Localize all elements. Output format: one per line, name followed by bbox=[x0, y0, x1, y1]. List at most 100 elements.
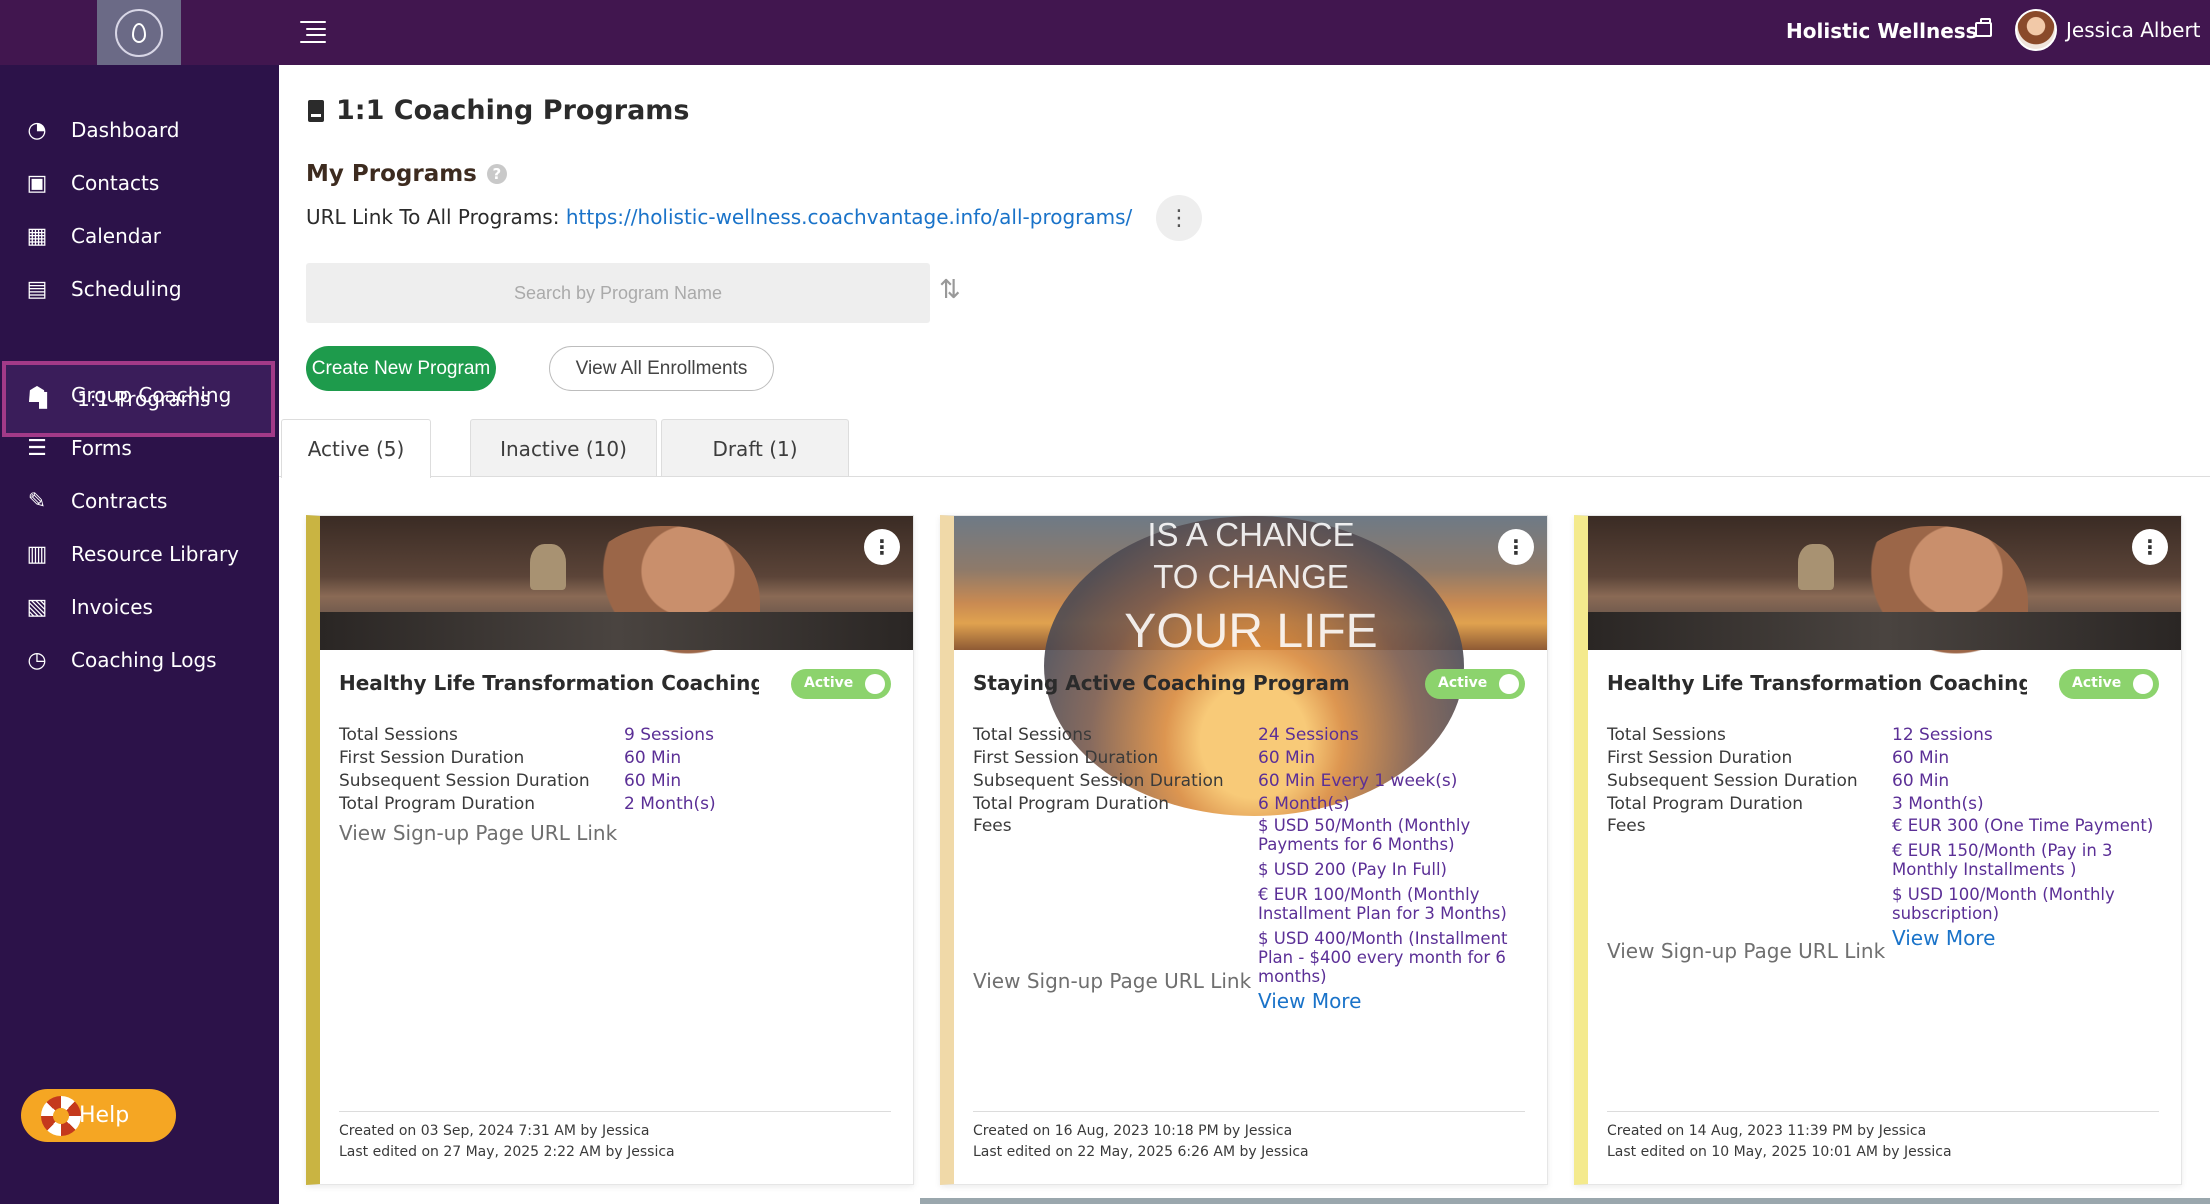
detail-value: 2 Month(s) bbox=[624, 794, 716, 814]
section-title: My Programs ? bbox=[306, 161, 507, 187]
signup-link[interactable]: View Sign-up Page URL Link bbox=[1607, 939, 1885, 963]
sort-icon[interactable]: ⇅ bbox=[939, 275, 961, 305]
detail-value: 24 Sessions bbox=[1258, 725, 1359, 745]
edited-info: Last edited on 27 May, 2025 2:22 AM by J… bbox=[339, 1144, 675, 1160]
program-title[interactable]: Healthy Life Transformation Coaching - .… bbox=[339, 671, 759, 695]
program-title[interactable]: Staying Active Coaching Program bbox=[973, 671, 1393, 695]
help-button[interactable]: Help bbox=[21, 1089, 176, 1142]
program-card[interactable]: ⋮ Healthy Life Transformation Coaching A… bbox=[1574, 515, 2182, 1185]
menu-toggle-icon[interactable] bbox=[300, 21, 326, 43]
contract-icon: ✎ bbox=[27, 488, 47, 514]
help-question-icon[interactable]: ? bbox=[486, 164, 507, 184]
invoice-icon: ▧ bbox=[26, 594, 48, 620]
card-menu-icon[interactable]: ⋮ bbox=[864, 529, 900, 565]
help-label: Help bbox=[79, 1103, 130, 1128]
calendar-icon: ▦ bbox=[26, 223, 48, 249]
view-more-link[interactable]: View More bbox=[1258, 991, 1543, 1011]
status-toggle[interactable]: Active bbox=[2059, 669, 2159, 699]
fee-item: € EUR 150/Month (Pay in 3 Monthly Instal… bbox=[1892, 841, 2113, 879]
logo-mark-icon bbox=[115, 8, 163, 57]
program-card[interactable]: IS A CHANCE TO CHANGE YOUR LIFE ⋮ Stayin… bbox=[940, 515, 1548, 1185]
cover-text: IS A CHANCE bbox=[1147, 516, 1355, 553]
edited-info: Last edited on 22 May, 2025 6:26 AM by J… bbox=[973, 1144, 1309, 1160]
detail-label: First Session Duration bbox=[339, 748, 525, 768]
detail-label: Subsequent Session Duration bbox=[973, 771, 1224, 791]
detail-value: 3 Month(s) bbox=[1892, 794, 1984, 814]
tabs-divider bbox=[279, 476, 2210, 477]
detail-label: First Session Duration bbox=[973, 748, 1159, 768]
card-menu-icon[interactable]: ⋮ bbox=[1498, 529, 1534, 565]
page-title: 1:1 Coaching Programs bbox=[308, 95, 690, 126]
sidebar-item-label: Contracts bbox=[71, 489, 168, 513]
edited-info: Last edited on 10 May, 2025 10:01 AM by … bbox=[1607, 1144, 1952, 1160]
programs-url-link[interactable]: https://holistic-wellness.coachvantage.i… bbox=[566, 205, 1132, 229]
fee-item: € EUR 100/Month (Monthly Installment Pla… bbox=[1258, 885, 1507, 923]
program-title[interactable]: Healthy Life Transformation Coaching bbox=[1607, 671, 2027, 695]
sidebar-item-label: Resource Library bbox=[71, 542, 240, 566]
card-divider bbox=[339, 1111, 891, 1112]
detail-label: Total Sessions bbox=[1607, 725, 1726, 745]
status-label: Active bbox=[1438, 675, 1488, 691]
book-icon bbox=[308, 99, 324, 122]
status-label: Active bbox=[804, 675, 854, 691]
fee-item: $ USD 200 (Pay In Full) bbox=[1258, 860, 1447, 879]
program-cover-image: IS A CHANCE TO CHANGE YOUR LIFE bbox=[954, 516, 1547, 816]
tab-active[interactable]: Active (5) bbox=[281, 419, 431, 478]
section-title-text: My Programs bbox=[306, 161, 477, 187]
card-divider bbox=[973, 1111, 1525, 1112]
view-enrollments-button[interactable]: View All Enrollments bbox=[549, 346, 774, 391]
fee-item: $ USD 100/Month (Monthly subscription) bbox=[1892, 885, 2115, 923]
detail-value: 60 Min Every 1 week(s) bbox=[1258, 771, 1458, 791]
url-options-icon[interactable]: ⋮ bbox=[1156, 195, 1202, 241]
fee-item: $ USD 50/Month (Monthly Payments for 6 M… bbox=[1258, 816, 1471, 854]
scheduling-icon: ▤ bbox=[26, 276, 48, 302]
detail-value: 60 Min bbox=[624, 748, 682, 768]
url-label: URL Link To All Programs: bbox=[306, 205, 566, 229]
created-info: Created on 16 Aug, 2023 10:18 PM by Jess… bbox=[973, 1123, 1293, 1139]
created-info: Created on 14 Aug, 2023 11:39 PM by Jess… bbox=[1607, 1123, 1927, 1139]
program-cover-image bbox=[320, 516, 913, 676]
detail-label: Total Program Duration bbox=[339, 794, 536, 814]
main-content: 1:1 Coaching Programs My Programs ? URL … bbox=[279, 65, 2210, 1204]
sidebar-item-label: Dashboard bbox=[71, 118, 180, 142]
sidebar-item-scheduling[interactable]: ▤ Scheduling bbox=[0, 251, 279, 327]
created-info: Created on 03 Sep, 2024 7:31 AM by Jessi… bbox=[339, 1123, 650, 1139]
sidebar-item-coaching-logs[interactable]: ◷ Coaching Logs bbox=[0, 622, 279, 698]
detail-label: Subsequent Session Duration bbox=[339, 771, 590, 791]
signup-link[interactable]: View Sign-up Page URL Link bbox=[339, 821, 617, 845]
fees-list: € EUR 300 (One Time Payment) € EUR 150/M… bbox=[1892, 816, 2177, 948]
tab-inactive[interactable]: Inactive (10) bbox=[470, 419, 657, 477]
cover-text: YOUR LIFE bbox=[1124, 605, 1378, 658]
program-cover-image bbox=[1588, 516, 2181, 676]
status-toggle[interactable]: Active bbox=[791, 669, 891, 699]
detail-value: 12 Sessions bbox=[1892, 725, 1993, 745]
program-card[interactable]: ⋮ Healthy Life Transformation Coaching -… bbox=[306, 515, 914, 1185]
library-icon: ▥ bbox=[26, 541, 48, 567]
avatar[interactable] bbox=[2015, 9, 2057, 51]
status-label: Active bbox=[2072, 675, 2122, 691]
detail-label: Total Program Duration bbox=[1607, 794, 1804, 814]
page-title-text: 1:1 Coaching Programs bbox=[336, 95, 690, 126]
detail-label: Total Program Duration bbox=[973, 794, 1170, 814]
sidebar: ◔ Dashboard ▣ Contacts ▦ Calendar ▤ Sche… bbox=[0, 65, 279, 1204]
top-bar: Holistic Wellness Jessica Albert bbox=[0, 0, 2210, 65]
create-program-button[interactable]: Create New Program bbox=[306, 346, 496, 391]
tab-draft[interactable]: Draft (1) bbox=[661, 419, 849, 477]
forms-icon: ☰ bbox=[27, 435, 47, 461]
group-icon: ☗ bbox=[27, 382, 47, 408]
signup-link[interactable]: View Sign-up Page URL Link bbox=[973, 969, 1251, 993]
user-name[interactable]: Jessica Albert bbox=[2066, 18, 2201, 42]
app-logo[interactable] bbox=[97, 0, 181, 65]
search-input[interactable] bbox=[306, 263, 930, 323]
detail-label: Total Sessions bbox=[973, 725, 1092, 745]
briefcase-icon[interactable] bbox=[1975, 18, 1992, 37]
horizontal-scrollbar[interactable] bbox=[920, 1198, 2210, 1204]
card-divider bbox=[1607, 1111, 2159, 1112]
business-name[interactable]: Holistic Wellness bbox=[1786, 19, 1978, 43]
status-toggle[interactable]: Active bbox=[1425, 669, 1525, 699]
fees-label: Fees bbox=[1607, 816, 1646, 836]
detail-value: 60 Min bbox=[1892, 771, 1950, 791]
view-more-link[interactable]: View More bbox=[1892, 928, 2177, 948]
card-menu-icon[interactable]: ⋮ bbox=[2132, 529, 2168, 565]
fees-label: Fees bbox=[973, 816, 1012, 836]
